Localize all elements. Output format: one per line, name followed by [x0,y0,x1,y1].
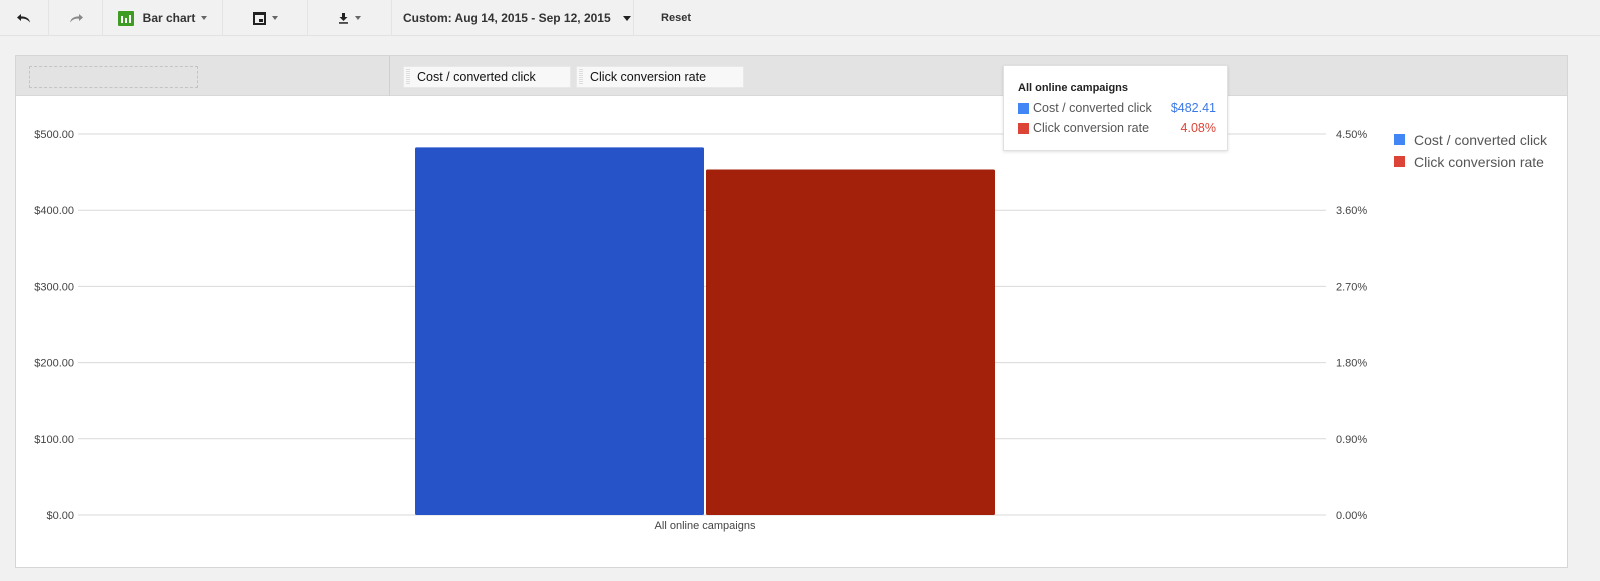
tooltip-row-label: Click conversion rate [1033,121,1150,135]
y-tick-label-right: 3.60% [1336,205,1367,217]
legend-label: Cost / converted click [1414,132,1548,148]
tooltip-row-value: 4.08% [1180,121,1216,135]
tooltip-row-value: $482.41 [1170,101,1216,115]
y-tick-label-right: 2.70% [1336,281,1367,293]
tooltip-row-label: Cost / converted click [1033,101,1152,115]
x-tick-label: All online campaigns [655,520,756,532]
legend-label: Click conversion rate [1414,154,1544,170]
series-swatch [1018,122,1029,134]
y-tick-label-right: 0.90% [1336,434,1367,446]
legend-swatch [1394,156,1405,167]
tooltip-title: All online campaigns [1018,82,1129,94]
bars [415,147,995,516]
bar-cost-per-converted-click [415,147,704,516]
y-tick-label-right: 1.80% [1336,358,1367,370]
bar-chart: $0.00 $100.00 $200.00 $300.00 $400.00 $500.00… [34,129,1548,532]
chart-tooltip: All online campaigns Cost / converted cl… [1003,65,1228,151]
y-axis-right: 0.00% 0.90% 1.80% 2.70% 3.60% 4.50% [1336,129,1367,522]
y-tick-label-left: $500.00 [34,129,74,141]
legend: Cost / converted click Click conversion r… [1394,132,1548,170]
y-tick-label-right: 4.50% [1336,129,1367,141]
y-tick-label-right: 0.00% [1336,510,1367,522]
tooltip-row-cost: Cost / converted click $482.41 [1018,101,1216,115]
tooltip-row-conversion-rate: Click conversion rate 4.08% [1018,121,1216,135]
y-tick-label-left: $400.00 [34,205,74,217]
y-tick-label-left: $300.00 [34,281,74,293]
y-tick-label-left: $200.00 [34,358,74,370]
y-axis-left: $0.00 $100.00 $200.00 $300.00 $400.00 $500.00 [34,129,74,522]
bar-click-conversion-rate [706,169,995,515]
x-axis: All online campaigns [655,520,756,532]
legend-swatch [1394,134,1405,145]
y-tick-label-left: $0.00 [46,510,74,522]
y-tick-label-left: $100.00 [34,434,74,446]
series-swatch [1018,102,1029,114]
